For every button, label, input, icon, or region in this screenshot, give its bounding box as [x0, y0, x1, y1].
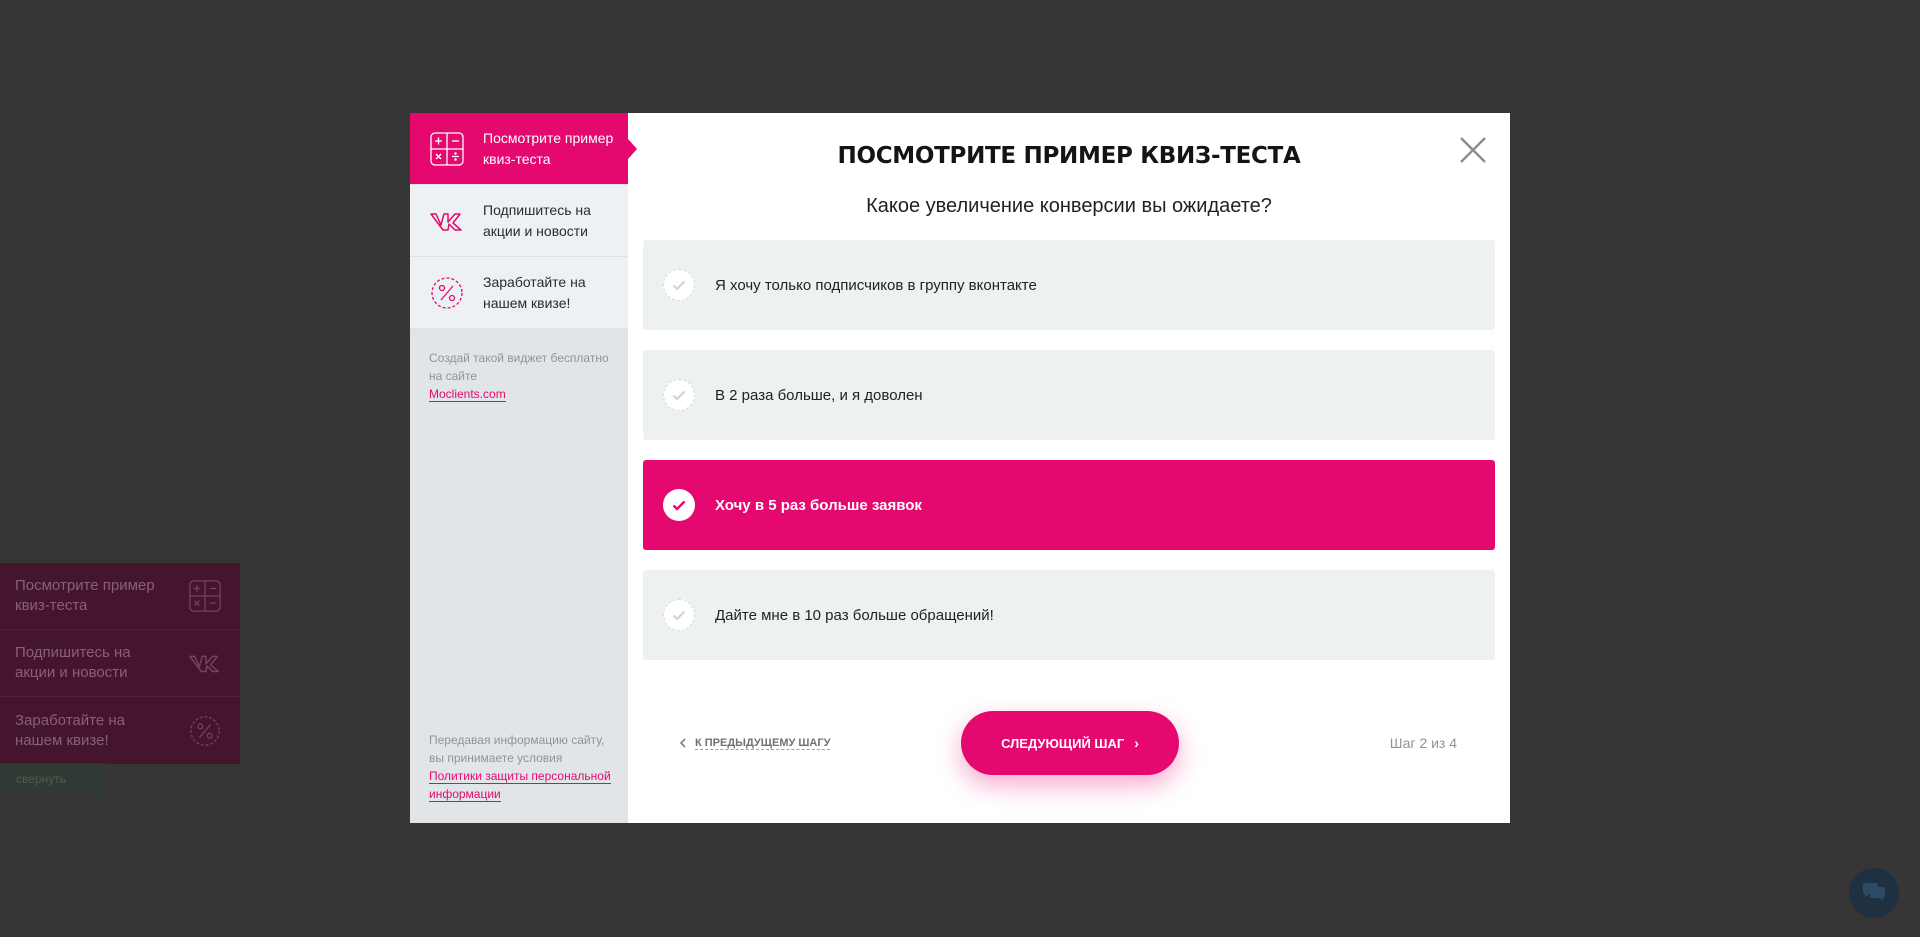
- sidebar-legal: Передавая информацию сайту, вы принимает…: [429, 731, 619, 803]
- prev-step-button[interactable]: К предыдущему шагу: [680, 736, 831, 750]
- checkmark-icon: [663, 489, 695, 521]
- vk-icon: [430, 212, 462, 231]
- bg-collapse-label: свернуть: [16, 772, 66, 786]
- close-icon[interactable]: [1458, 135, 1488, 165]
- bg-widget-item-quiz: Посмотрите пример квиз-теста: [0, 563, 240, 630]
- bg-collapse-button: свернуть: [0, 763, 106, 795]
- quiz-modal: Посмотрите пример квиз-теста Подпишитесь…: [410, 113, 1510, 823]
- answer-option[interactable]: В 2 раза больше, и я доволен: [643, 350, 1495, 440]
- calculator-icon: [189, 580, 221, 612]
- checkmark-icon: [663, 599, 695, 631]
- prev-step-label: К предыдущему шагу: [695, 736, 831, 750]
- promo-link[interactable]: Moclients.com: [429, 387, 506, 402]
- quiz-content: ПОСМОТРИТЕ ПРИМЕР КВИЗ-ТЕСТА Какое увели…: [628, 113, 1510, 823]
- chevron-left-icon: [680, 738, 686, 748]
- sidebar-item-label: Заработайте на нашем квизе!: [483, 273, 586, 311]
- checkmark-icon: [663, 269, 695, 301]
- chat-button[interactable]: [1849, 868, 1899, 918]
- bg-widget-item-subscribe: Подпишитесь на акции и новости: [0, 630, 240, 697]
- chat-bubbles-icon: [1863, 883, 1885, 901]
- answer-text: Дайте мне в 10 раз больше обращений!: [715, 606, 994, 624]
- answer-text: В 2 раза больше, и я доволен: [715, 386, 923, 404]
- sidebar-promo: Создай такой виджет бесплатно на сайте M…: [410, 329, 628, 403]
- background-quiz-widget: Посмотрите пример квиз-теста Подпишитесь…: [0, 563, 240, 764]
- promo-text: Создай такой виджет бесплатно на сайте: [429, 351, 609, 383]
- privacy-policy-link[interactable]: Политики защиты персональной информации: [429, 769, 611, 802]
- calculator-icon: [430, 131, 464, 166]
- quiz-footer: К предыдущему шагу Следующий шаг › Шаг 2…: [643, 711, 1495, 775]
- checkmark-icon: [663, 379, 695, 411]
- bg-widget-item-label: Посмотрите пример квиз-теста: [15, 577, 155, 614]
- bg-widget-item-label: Подпишитесь на акции и новости: [15, 644, 131, 681]
- answer-list: Я хочу только подписчиков в группу вконт…: [643, 240, 1495, 660]
- legal-text: Передавая информацию сайту, вы принимает…: [429, 733, 605, 765]
- percent-badge-icon: [190, 715, 220, 746]
- quiz-title: ПОСМОТРИТЕ ПРИМЕР КВИЗ-ТЕСТА: [837, 143, 1301, 169]
- percent-badge-icon: [431, 276, 463, 309]
- chevron-right-icon: ›: [1134, 735, 1139, 751]
- step-counter: Шаг 2 из 4: [1389, 735, 1457, 751]
- answer-option-selected[interactable]: Хочу в 5 раз больше заявок: [643, 460, 1495, 550]
- bg-widget-item-label: Заработайте на нашем квизе!: [15, 711, 125, 749]
- next-step-button[interactable]: Следующий шаг ›: [961, 711, 1179, 775]
- modal-sidebar: Посмотрите пример квиз-теста Подпишитесь…: [410, 113, 628, 823]
- quiz-question: Какое увеличение конверсии вы ожидаете?: [866, 195, 1272, 217]
- bg-widget-item-earn: Заработайте на нашем квизе!: [0, 697, 240, 764]
- sidebar-item-quiz-example[interactable]: Посмотрите пример квиз-теста: [410, 113, 628, 185]
- vk-icon: [189, 655, 219, 673]
- answer-text: Хочу в 5 раз больше заявок: [715, 496, 922, 514]
- sidebar-item-label: Подпишитесь на акции и новости: [483, 201, 591, 239]
- next-step-label: Следующий шаг: [1001, 735, 1125, 751]
- answer-option[interactable]: Дайте мне в 10 раз больше обращений!: [643, 570, 1495, 660]
- sidebar-item-subscribe[interactable]: Подпишитесь на акции и новости: [410, 185, 628, 257]
- sidebar-item-label: Посмотрите пример квиз-теста: [483, 129, 614, 167]
- answer-option[interactable]: Я хочу только подписчиков в группу вконт…: [643, 240, 1495, 330]
- answer-text: Я хочу только подписчиков в группу вконт…: [715, 276, 1037, 294]
- sidebar-item-earn[interactable]: Заработайте на нашем квизе!: [410, 257, 628, 329]
